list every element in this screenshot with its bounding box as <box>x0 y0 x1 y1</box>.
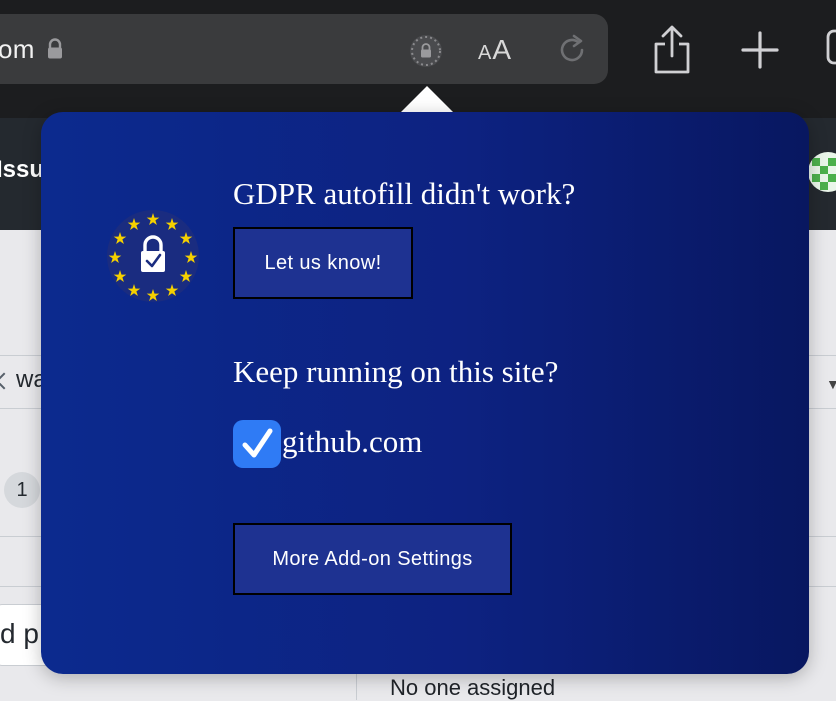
feedback-heading: GDPR autofill didn't work? <box>233 176 576 211</box>
more-addon-settings-button[interactable]: More Add-on Settings <box>233 523 512 595</box>
page-title: Issu <box>0 156 45 183</box>
address-bar[interactable] <box>0 14 608 84</box>
gdpr-extension-popover: GDPR autofill didn't work? Let us know! … <box>41 112 809 674</box>
branch-selector[interactable]: wa <box>0 366 47 394</box>
let-us-know-button[interactable]: Let us know! <box>233 227 413 299</box>
checkmark-icon <box>242 428 273 458</box>
comment-input-text: d p <box>0 618 39 649</box>
popover-pointer <box>400 86 454 113</box>
site-enabled-checkbox[interactable] <box>233 420 281 468</box>
chevron-left-icon <box>0 372 13 390</box>
share-icon[interactable] <box>650 24 694 81</box>
site-label: github.com <box>282 424 423 459</box>
gdpr-extension-icon[interactable] <box>408 33 444 74</box>
new-tab-plus-icon[interactable] <box>740 30 780 75</box>
padlock-icon <box>46 38 64 65</box>
keep-running-heading: Keep running on this site? <box>233 354 559 389</box>
tab-overview-icon[interactable] <box>826 28 836 73</box>
assignee-status: No one assigned <box>390 675 556 700</box>
reload-icon[interactable] <box>554 32 590 73</box>
reader-text-size-button[interactable]: AA <box>478 34 512 66</box>
count-badge: 1 <box>4 472 40 508</box>
eu-stars-lock-icon <box>107 210 199 307</box>
url-text[interactable]: om <box>0 34 35 65</box>
caret-down-icon[interactable]: ▼ <box>826 376 836 392</box>
